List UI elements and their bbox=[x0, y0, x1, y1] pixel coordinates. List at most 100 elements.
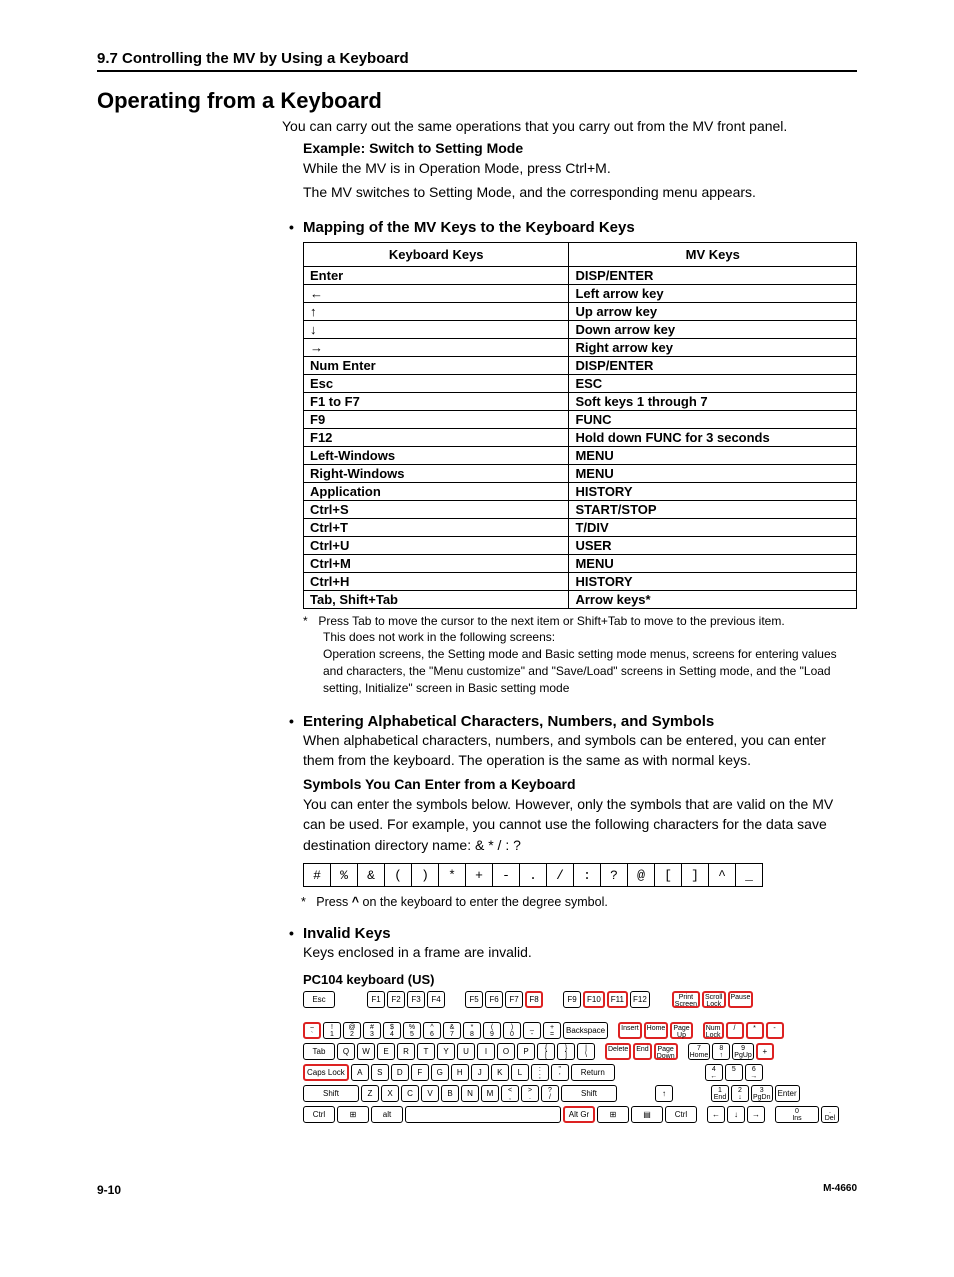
keyboard-key: / bbox=[726, 1022, 744, 1039]
keyboard-key: ⊞ bbox=[597, 1106, 629, 1123]
keyboard-key: PageDown bbox=[654, 1043, 678, 1060]
keyboard-key: F3 bbox=[407, 991, 425, 1008]
keyboard-key: N bbox=[461, 1085, 479, 1102]
keyboard-key-cell: ↓ bbox=[304, 320, 569, 338]
keyboard-key: .Del bbox=[821, 1106, 839, 1123]
keyboard-key: )0 bbox=[503, 1022, 521, 1039]
keyboard-key: 6→ bbox=[745, 1064, 763, 1081]
keyboard-key: Q bbox=[337, 1043, 355, 1060]
keyboard-key-cell: F9 bbox=[304, 410, 569, 428]
symbols-body: You can enter the symbols below. However… bbox=[303, 794, 857, 855]
keyboard-key: Insert bbox=[618, 1022, 642, 1039]
keyboard-key: A bbox=[351, 1064, 369, 1081]
col-keyboard: Keyboard Keys bbox=[304, 242, 569, 266]
keyboard-key: C bbox=[401, 1085, 419, 1102]
keyboard-key: 9PgUp bbox=[732, 1043, 754, 1060]
symbol-cell: @ bbox=[627, 863, 655, 887]
mv-key-cell: FUNC bbox=[569, 410, 857, 428]
keyboard-key: >. bbox=[521, 1085, 539, 1102]
mv-key-cell: ESC bbox=[569, 374, 857, 392]
symbol-cell: % bbox=[330, 863, 358, 887]
keyboard-key: F bbox=[411, 1064, 429, 1081]
example-heading: Example: Switch to Setting Mode bbox=[303, 140, 857, 156]
keyboard-key: H bbox=[451, 1064, 469, 1081]
symbol-cell: _ bbox=[735, 863, 763, 887]
keyboard-key: += bbox=[543, 1022, 561, 1039]
keyboard-key: "' bbox=[551, 1064, 569, 1081]
keyboard-key: Esc bbox=[303, 991, 335, 1008]
symbol-cell: : bbox=[573, 863, 601, 887]
mv-key-cell: HISTORY bbox=[569, 572, 857, 590]
keyboard-key: }] bbox=[557, 1043, 575, 1060]
keyboard-key: P bbox=[517, 1043, 535, 1060]
keyboard-key: J bbox=[471, 1064, 489, 1081]
mv-key-cell: Left arrow key bbox=[569, 284, 857, 302]
mv-key-cell: MENU bbox=[569, 554, 857, 572]
keyboard-key: Shift bbox=[303, 1085, 359, 1102]
mapping-footnote: * Press Tab to move the cursor to the ne… bbox=[303, 613, 857, 630]
keyboard-key: :; bbox=[531, 1064, 549, 1081]
keyboard-key: R bbox=[397, 1043, 415, 1060]
symbols-heading: Symbols You Can Enter from a Keyboard bbox=[303, 776, 857, 792]
keyboard-key: ← bbox=[707, 1106, 725, 1123]
keyboard-key: ⊞ bbox=[337, 1106, 369, 1123]
mv-key-cell: HISTORY bbox=[569, 482, 857, 500]
keyboard-key-cell: ← bbox=[304, 284, 569, 302]
doc-code: M-4660 bbox=[823, 1183, 857, 1197]
keyboard-key: D bbox=[391, 1064, 409, 1081]
keyboard-key-cell: Ctrl+H bbox=[304, 572, 569, 590]
mv-key-cell: Soft keys 1 through 7 bbox=[569, 392, 857, 410]
keyboard-key: L bbox=[511, 1064, 529, 1081]
keyboard-key: G bbox=[431, 1064, 449, 1081]
keyboard-key-cell: Application bbox=[304, 482, 569, 500]
keyboard-key-cell: Esc bbox=[304, 374, 569, 392]
keyboard-key: F11 bbox=[607, 991, 628, 1008]
mapping-heading: Mapping of the MV Keys to the Keyboard K… bbox=[303, 219, 635, 236]
keyboard-key: V bbox=[421, 1085, 439, 1102]
entering-body: When alphabetical characters, numbers, a… bbox=[303, 730, 857, 771]
keyboard-key: F7 bbox=[505, 991, 523, 1008]
keyboard-key: - bbox=[766, 1022, 784, 1039]
symbol-cell: + bbox=[465, 863, 493, 887]
keyboard-key: &7 bbox=[443, 1022, 461, 1039]
section-header: 9.7 Controlling the MV by Using a Keyboa… bbox=[97, 50, 857, 72]
symbol-cell: & bbox=[357, 863, 385, 887]
keyboard-key: F10 bbox=[583, 991, 605, 1008]
keyboard-key: ▤ bbox=[631, 1106, 663, 1123]
bullet-icon: • bbox=[289, 219, 303, 236]
example-line1: While the MV is in Operation Mode, press… bbox=[303, 158, 857, 178]
keyboard-key: 7Home bbox=[688, 1043, 711, 1060]
bullet-icon: • bbox=[289, 925, 303, 942]
symbols-note: * Press ^ on the keyboard to enter the d… bbox=[301, 895, 857, 909]
keyboard-key: |\ bbox=[577, 1043, 595, 1060]
keyboard-key: + bbox=[756, 1043, 774, 1060]
intro-text: You can carry out the same operations th… bbox=[282, 118, 857, 134]
keyboard-key: M bbox=[481, 1085, 499, 1102]
mv-key-cell: T/DIV bbox=[569, 518, 857, 536]
mv-key-cell: DISP/ENTER bbox=[569, 356, 857, 374]
mv-key-cell: DISP/ENTER bbox=[569, 266, 857, 284]
keyboard-key-cell: Tab, Shift+Tab bbox=[304, 590, 569, 608]
keyboard-key: F6 bbox=[485, 991, 503, 1008]
keyboard-key: * bbox=[746, 1022, 764, 1039]
keyboard-key: Alt Gr bbox=[563, 1106, 595, 1123]
keyboard-key: ↓ bbox=[727, 1106, 745, 1123]
page-title: Operating from a Keyboard bbox=[97, 88, 857, 114]
example-line2: The MV switches to Setting Mode, and the… bbox=[303, 182, 857, 202]
keyboard-key: Caps Lock bbox=[303, 1064, 349, 1081]
keyboard-key: E bbox=[377, 1043, 395, 1060]
keyboard-key: F8 bbox=[525, 991, 543, 1008]
keyboard-key: !1 bbox=[323, 1022, 341, 1039]
keyboard-key: W bbox=[357, 1043, 375, 1060]
keyboard-key: End bbox=[633, 1043, 651, 1060]
keyboard-key: F5 bbox=[465, 991, 483, 1008]
keyboard-key: 2↓ bbox=[731, 1085, 749, 1102]
keyboard-key: 1End bbox=[711, 1085, 729, 1102]
keyboard-key: <, bbox=[501, 1085, 519, 1102]
symbols-row: #%&()*+-./:?@[]^_ bbox=[303, 863, 857, 887]
keyboard-key: PageUp bbox=[670, 1022, 692, 1039]
mv-key-cell: MENU bbox=[569, 464, 857, 482]
col-mv: MV Keys bbox=[569, 242, 857, 266]
bullet-icon: • bbox=[289, 713, 303, 730]
keyboard-key: Pause bbox=[728, 991, 754, 1008]
